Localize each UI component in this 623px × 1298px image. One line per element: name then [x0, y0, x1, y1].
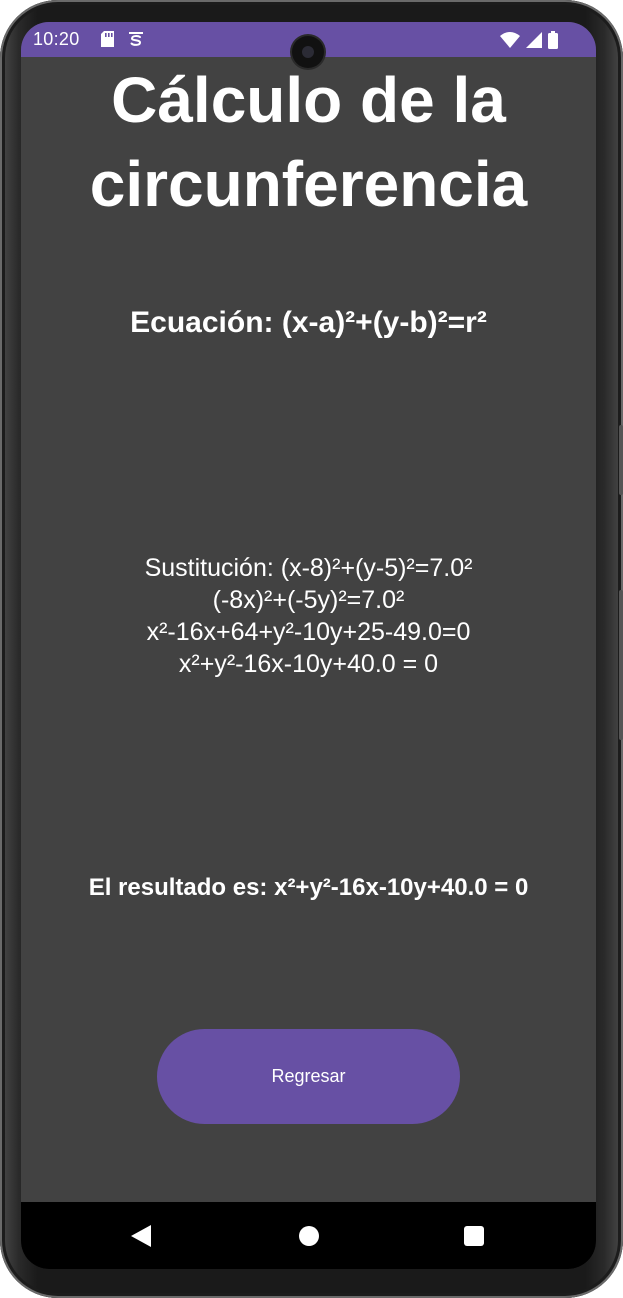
volume-button	[619, 425, 623, 495]
sd-card-icon	[101, 31, 114, 52]
step-line: Sustitución: (x-8)²+(y-5)²=7.0²	[144, 554, 473, 582]
phone-frame: 10:20 Cálculo de la circunferencia Ecuac…	[0, 0, 623, 1298]
back-button[interactable]: Regresar	[157, 1029, 460, 1124]
result-text: El resultado es: x²+y²-16x-10y+40.0 = 0	[88, 874, 529, 901]
step-line: x²+y²-16x-10y+40.0 = 0	[178, 650, 439, 678]
step-line: x²-16x+64+y²-10y+25-49.0=0	[146, 618, 471, 646]
screen: 10:20 Cálculo de la circunferencia Ecuac…	[21, 22, 596, 1269]
back-triangle-icon[interactable]	[131, 1225, 151, 1252]
status-left-icons	[101, 31, 144, 52]
status-right-icons	[500, 31, 558, 54]
wifi-icon	[500, 32, 520, 53]
navigation-bar	[21, 1202, 596, 1269]
power-button	[619, 590, 623, 740]
home-circle-icon[interactable]	[299, 1226, 319, 1246]
notification-s-icon	[128, 31, 144, 52]
recents-square-icon[interactable]	[464, 1226, 484, 1246]
steps-block: Sustitución: (x-8)²+(y-5)²=7.0² (-8x)²+(…	[21, 552, 596, 680]
battery-icon	[548, 31, 558, 54]
step-line: (-8x)²+(-5y)²=7.0²	[212, 586, 405, 614]
equation-text: Ecuación: (x-a)²+(y-b)²=r²	[130, 306, 487, 339]
status-time: 10:20	[33, 29, 80, 49]
page-title: Cálculo de la circunferencia	[89, 64, 528, 220]
cell-signal-icon	[526, 32, 542, 53]
